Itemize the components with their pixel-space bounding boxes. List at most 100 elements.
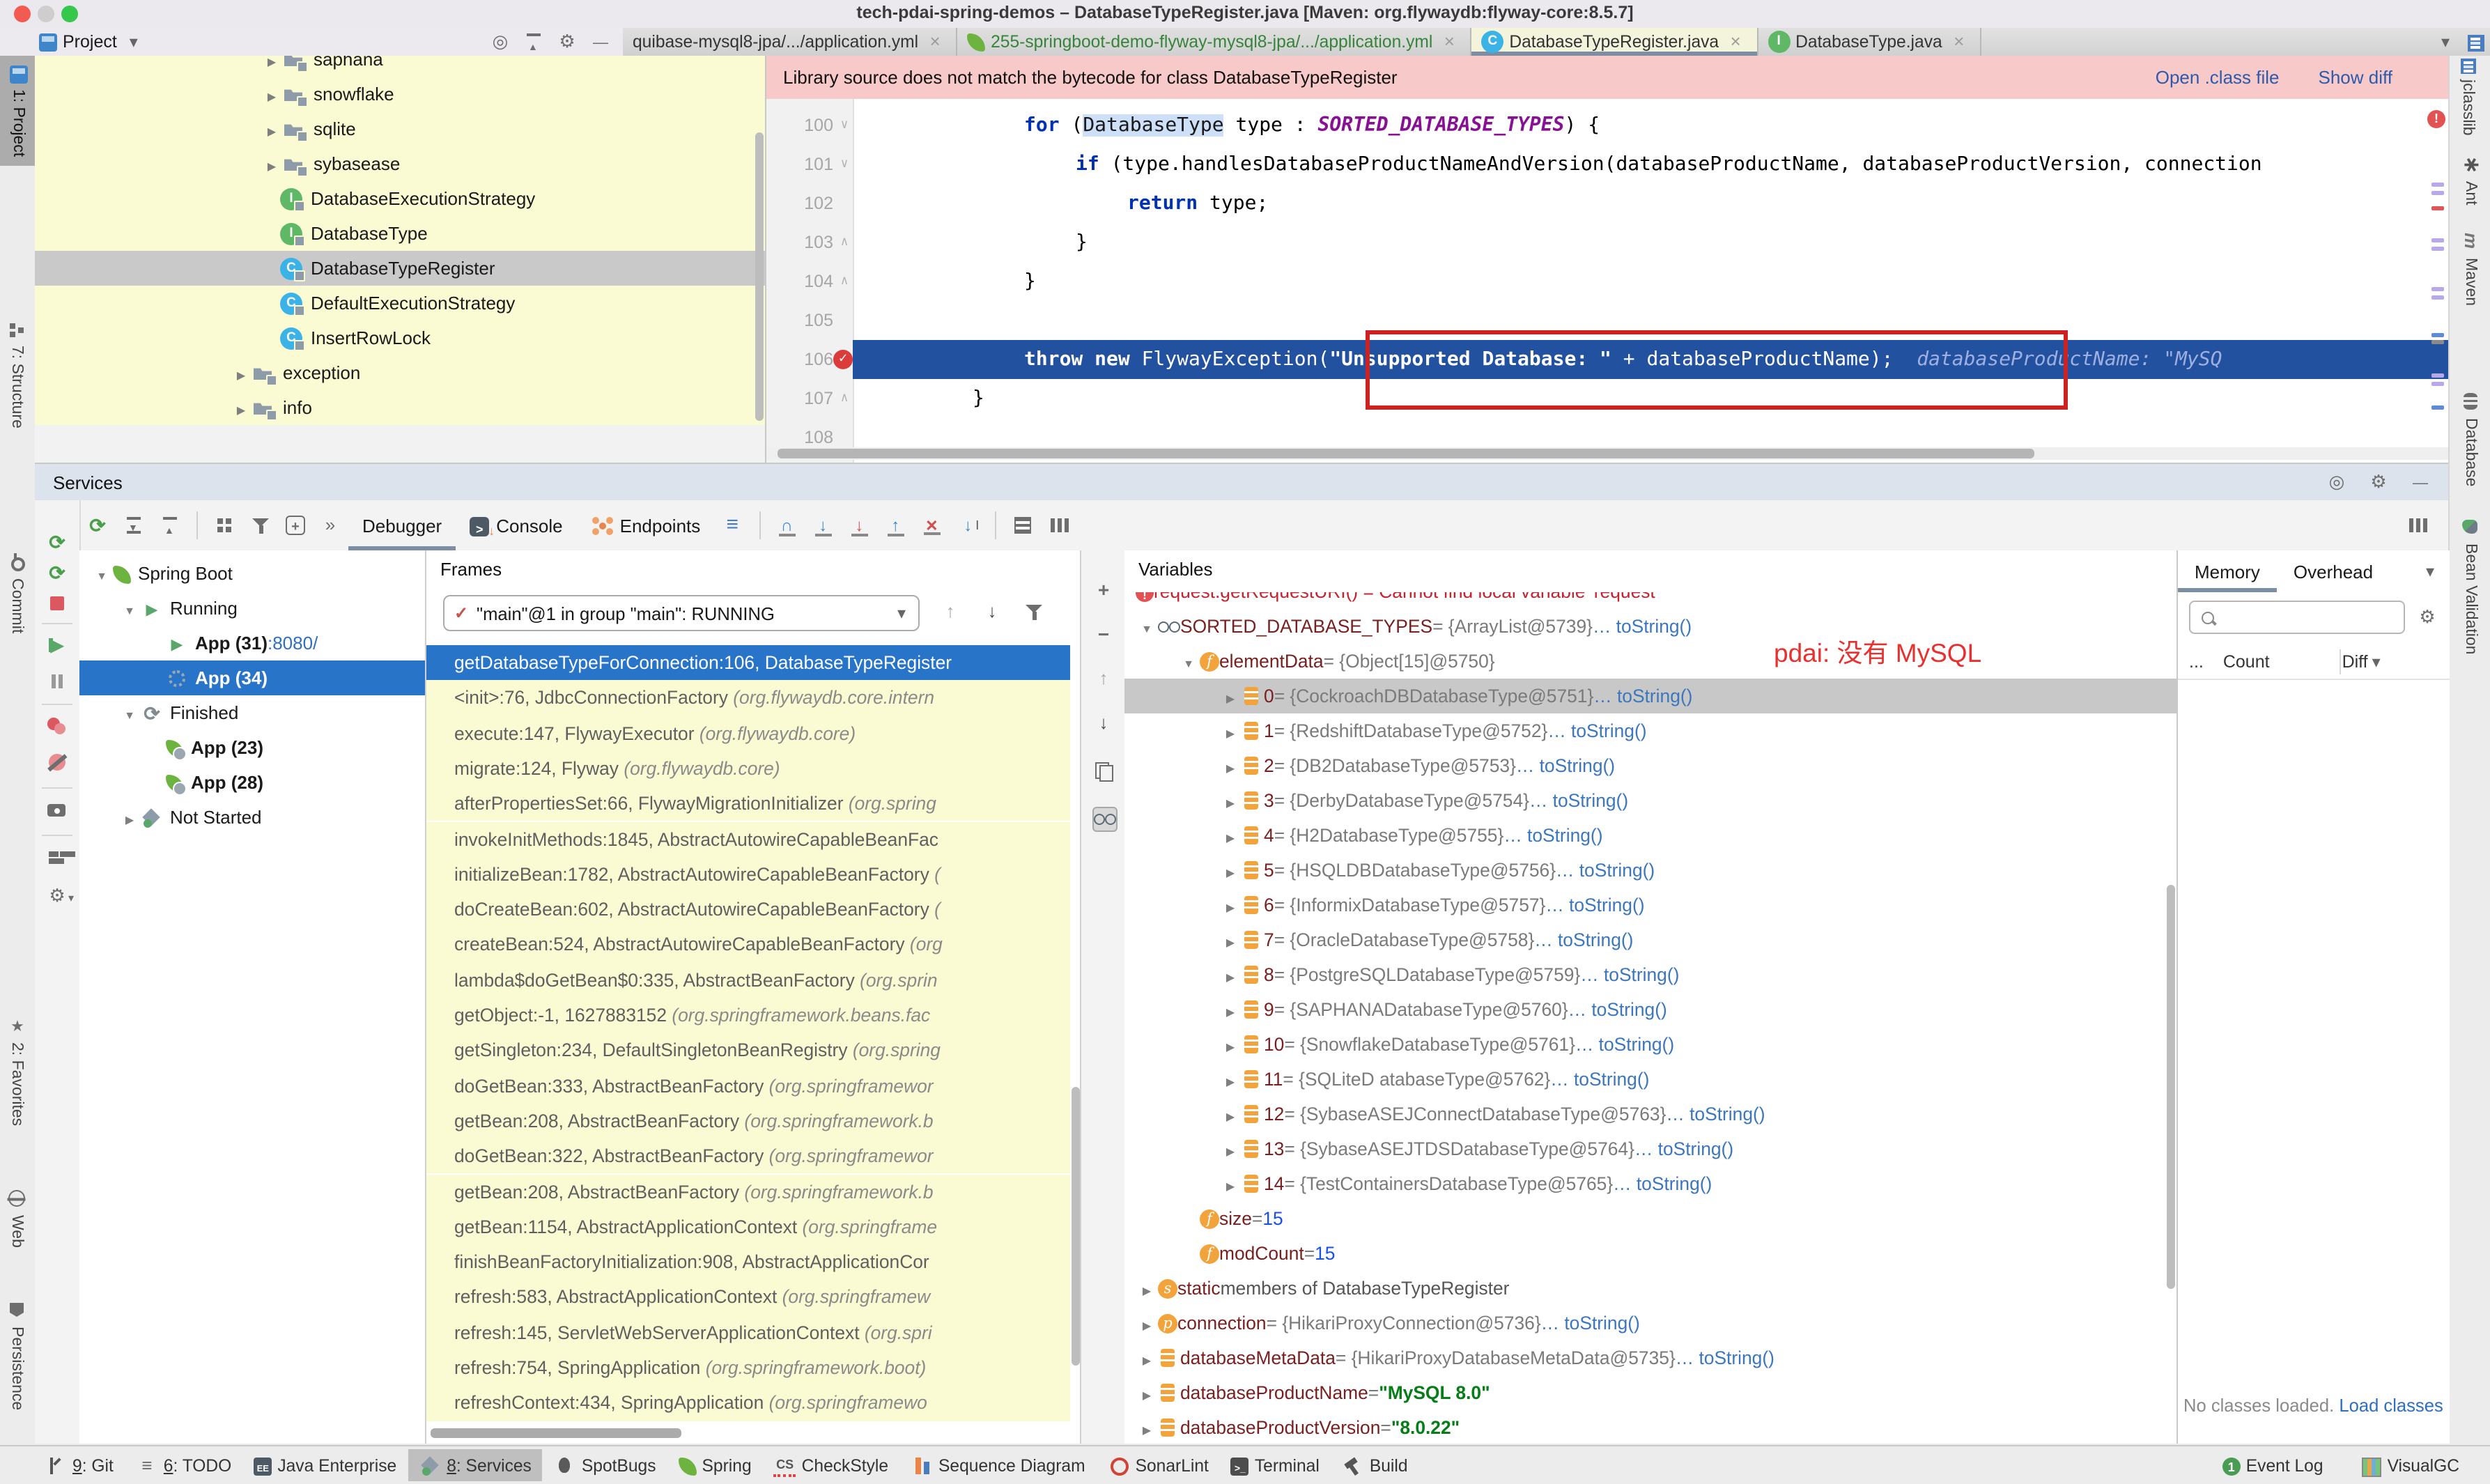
code-line-102[interactable]: 102 return type; (766, 184, 2448, 223)
line-number[interactable]: 103 (766, 223, 833, 262)
view-breakpoints-icon[interactable] (46, 715, 68, 737)
code-line-103[interactable]: 103 ∧} (766, 223, 2448, 262)
variable-row-static[interactable]: static members of DatabaseTypeRegister (1124, 1271, 2176, 1306)
variable-row-1[interactable]: 1 = {RedshiftDatabaseType@5752} … toStri… (1124, 713, 2176, 748)
tab-debugger[interactable]: Debugger (348, 500, 456, 550)
expand-chevron-icon[interactable] (261, 153, 283, 175)
tostring-link[interactable]: … toString() (1593, 686, 1692, 706)
memory-col-more[interactable]: ... (2189, 652, 2204, 672)
project-tree-item-DatabaseExecutionStrategy[interactable]: DatabaseExecutionStrategy (35, 181, 766, 216)
stripe-web[interactable]: Web (6, 1187, 28, 1248)
editor-tab-3[interactable]: DatabaseTypeRegister.java (1471, 28, 1758, 56)
variable-row-6[interactable]: 6 = {InformixDatabaseType@5757} … toStri… (1124, 888, 2176, 922)
tostring-link[interactable]: … toString() (1541, 1313, 1640, 1334)
project-tree-item-exception[interactable]: exception (35, 355, 766, 390)
close-tab-icon[interactable] (1438, 31, 1460, 53)
tabs-list-chevron-icon[interactable] (2434, 31, 2457, 53)
project-tree-scrollbar[interactable] (755, 132, 764, 421)
stack-frame-9[interactable]: lambda$doGetBean$0:335, AbstractBeanFact… (426, 962, 1070, 998)
services-title-bar[interactable]: Services (35, 464, 2448, 502)
stack-frame-5[interactable]: invokeInitMethods:1845, AbstractAutowire… (426, 821, 1070, 857)
duplicate-watch-icon[interactable] (1092, 759, 1115, 782)
variable-row-connection[interactable]: connection = {HikariProxyConnection@5736… (1124, 1306, 2176, 1340)
show-diff-link[interactable]: Show diff (2319, 67, 2393, 88)
variable-row-13[interactable]: 13 = {SybaseASEJTDSDatabaseType@5764} … … (1124, 1131, 2176, 1166)
move-down-icon[interactable] (1092, 712, 1115, 734)
variable-row-4[interactable]: 4 = {H2DatabaseType@5755} … toString() (1124, 818, 2176, 853)
collapse-all-icon[interactable] (159, 514, 181, 543)
expand-chevron-icon[interactable] (1219, 1033, 1242, 1056)
expand-chevron-icon[interactable] (1219, 685, 1242, 707)
project-tree-item-DatabaseTypeRegister[interactable]: DatabaseTypeRegister (35, 251, 766, 286)
editor-tab-1[interactable]: quibase-mysql8-jpa/.../application.yml (623, 28, 958, 56)
variable-row-9[interactable]: 9 = {SAPHANADatabaseType@5760} … toStrin… (1124, 992, 2176, 1027)
expand-chevron-icon[interactable] (1219, 894, 1242, 916)
variable-row-11[interactable]: 11 = {SQLiteD atabaseType@5762} … toStri… (1124, 1062, 2176, 1097)
variable-row-databaseMetaData[interactable]: databaseMetaData = {HikariProxyDatabaseM… (1124, 1340, 2176, 1375)
project-tree-item-InsertRowLock[interactable]: InsertRowLock (35, 320, 766, 355)
expand-chevron-icon[interactable] (230, 396, 252, 419)
expand-chevron-icon[interactable] (1219, 824, 1242, 847)
open-class-file-link[interactable]: Open .class file (2156, 67, 2280, 88)
variable-row-8[interactable]: 8 = {PostgreSQLDatabaseType@5759} … toSt… (1124, 957, 2176, 992)
stack-frame-12[interactable]: doGetBean:333, AbstractBeanFactory (org.… (426, 1068, 1070, 1104)
project-tree-item-saphana[interactable]: saphana (35, 56, 766, 77)
stack-frame-1[interactable]: <init>:76, JdbcConnectionFactory (org.fl… (426, 680, 1070, 716)
project-tree-item-sqlite[interactable]: sqlite (35, 111, 766, 146)
statusbar-terminal[interactable]: Terminal (1220, 1449, 1331, 1481)
line-number[interactable]: 101 (766, 145, 833, 184)
project-tree-item-sybasease[interactable]: sybasease (35, 146, 766, 181)
expand-chevron-icon[interactable] (1219, 1103, 1242, 1125)
collapse-chevron-icon[interactable] (1177, 650, 1200, 672)
fold-marker-icon[interactable]: ∧ (836, 262, 853, 301)
stack-frame-16[interactable]: getBean:1154, AbstractApplicationContext… (426, 1209, 1070, 1245)
evaluate-table-icon[interactable] (1011, 514, 1033, 536)
layout-menu-icon[interactable] (721, 514, 743, 536)
service-not-started[interactable]: Not Started (79, 800, 464, 835)
remove-watch-icon[interactable] (1092, 623, 1115, 645)
memory-settings-icon[interactable] (2416, 606, 2438, 628)
add-service-icon[interactable] (286, 516, 305, 535)
statusbar-sequence-diagram[interactable]: Sequence Diagram (899, 1449, 1097, 1481)
thread-dropdown[interactable]: "main"@1 in group "main": RUNNING (443, 595, 920, 631)
statusbar-visualgc[interactable]: VisualGC (2349, 1449, 2470, 1481)
stack-frame-10[interactable]: getObject:-1, 1627883152 (org.springfram… (426, 998, 1070, 1033)
memory-col-count[interactable]: Count (2223, 652, 2270, 672)
stack-frame-15[interactable]: getBean:208, AbstractBeanFactory (org.sp… (426, 1174, 1070, 1209)
load-classes-link[interactable]: Load classes (2339, 1395, 2443, 1416)
hide-services-icon[interactable] (2409, 471, 2431, 493)
statusbar-checkstyle[interactable]: CheckStyle (763, 1449, 899, 1481)
variable-row-error[interactable]: request.getRequestURI() = Cannot find lo… (1124, 592, 2176, 609)
expand-chevron-icon[interactable] (118, 806, 141, 828)
expand-chevron-icon[interactable] (1219, 1068, 1242, 1090)
expand-chevron-icon[interactable] (1219, 964, 1242, 986)
expand-all-icon[interactable] (123, 514, 145, 541)
expand-chevron-icon[interactable] (261, 118, 283, 140)
service-spring-boot[interactable]: Spring Boot (79, 556, 436, 591)
project-tree-item-DefaultExecutionStrategy[interactable]: DefaultExecutionStrategy (35, 286, 766, 320)
stripe-7-structure[interactable]: 7: Structure (6, 318, 28, 428)
statusbar-java-enterprise[interactable]: Java Enterprise (242, 1449, 408, 1481)
variable-row-10[interactable]: 10 = {SnowflakeDatabaseType@5761} … toSt… (1124, 1027, 2176, 1062)
tostring-link[interactable]: … toString() (1556, 860, 1655, 881)
hide-pane-icon[interactable] (589, 31, 612, 53)
stripe-jclasslib[interactable]: jclasslib (2459, 56, 2476, 136)
hide-library-frames-icon[interactable] (1023, 601, 1045, 623)
expand-chevron-icon[interactable] (1219, 859, 1242, 881)
tostring-link[interactable]: … toString() (1580, 964, 1679, 985)
service-finished[interactable]: Finished (79, 695, 464, 730)
resume-icon[interactable] (46, 634, 68, 656)
tostring-link[interactable]: … toString() (1593, 616, 1692, 637)
project-tree-item-info[interactable]: info (35, 390, 766, 425)
variable-row-14[interactable]: 14 = {TestContainersDatabaseType@5765} …… (1124, 1166, 2176, 1201)
editor-tab-2[interactable]: 255-springboot-demo-flyway-mysql8-jpa/..… (957, 28, 1472, 56)
stripe-commit[interactable]: Commit (6, 550, 28, 633)
statusbar-spotbugs[interactable]: SpotBugs (543, 1449, 667, 1481)
line-number[interactable]: 104 (766, 262, 833, 301)
line-number[interactable]: 100 (766, 106, 833, 145)
tostring-link[interactable]: … toString() (1676, 1347, 1774, 1368)
stack-frame-13[interactable]: getBean:208, AbstractBeanFactory (org.sp… (426, 1103, 1070, 1139)
variable-row-modCount[interactable]: modCount = 15 (1124, 1236, 2176, 1271)
more-icon[interactable] (319, 514, 341, 536)
fold-marker-icon[interactable]: ∧ (836, 223, 853, 262)
